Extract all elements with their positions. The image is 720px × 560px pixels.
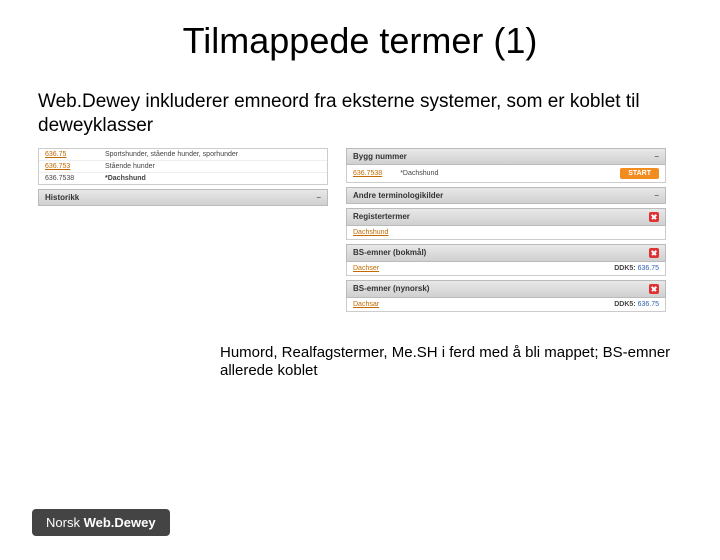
term-link[interactable]: Dachser xyxy=(353,265,379,272)
andre-terminologi-label: Andre terminologikilder xyxy=(353,191,443,200)
dewey-number: 636.7538 xyxy=(45,175,105,182)
dewey-number-link[interactable]: 636.75 xyxy=(45,151,105,158)
collapse-icon[interactable]: – xyxy=(655,191,659,200)
term-row: Dachser DDK5: 636.75 xyxy=(346,262,666,276)
section-label: Registertermer xyxy=(353,212,410,221)
norsk-webdewey-logo: Norsk Web.Dewey xyxy=(32,509,170,536)
slide-title: Tilmappede termer (1) xyxy=(0,20,720,62)
slide-subtitle: Web.Dewey inkluderer emneord fra ekstern… xyxy=(38,90,682,138)
historikk-header[interactable]: Historikk – xyxy=(38,189,328,206)
bs-emner-bokmal-header[interactable]: BS-emner (bokmål) xyxy=(346,244,666,262)
ddk-label: DDK5: xyxy=(614,301,635,308)
bs-emner-nynorsk-header[interactable]: BS-emner (nynorsk) xyxy=(346,280,666,298)
andre-terminologi-header[interactable]: Andre terminologikilder – xyxy=(346,187,666,204)
delete-icon[interactable] xyxy=(649,248,659,258)
hierarchy-row[interactable]: 636.753 Stående hunder xyxy=(39,161,327,173)
ddk-value: 636.75 xyxy=(638,265,659,272)
logo-text-b: Web.Dewey xyxy=(84,515,156,530)
registertermer-header[interactable]: Registertermer xyxy=(346,208,666,226)
bygg-nummer-row: 636.7538 *Dachshund START xyxy=(346,165,666,183)
dewey-caption: Sportshunder, stående hunder, sporhunder xyxy=(105,151,321,158)
dewey-number-link[interactable]: 636.7538 xyxy=(353,170,382,177)
start-button[interactable]: START xyxy=(620,168,659,179)
term-row: Dachsar DDK5: 636.75 xyxy=(346,298,666,312)
hierarchy-row[interactable]: 636.75 Sportshunder, stående hunder, spo… xyxy=(39,149,327,161)
collapse-icon[interactable]: – xyxy=(655,152,659,161)
section-label: BS-emner (bokmål) xyxy=(353,248,426,257)
logo-text-a: Norsk xyxy=(46,515,84,530)
dewey-caption: Stående hunder xyxy=(105,163,321,170)
delete-icon[interactable] xyxy=(649,284,659,294)
delete-icon[interactable] xyxy=(649,212,659,222)
right-panel: Bygg nummer – 636.7538 *Dachshund START … xyxy=(346,148,666,312)
section-label: BS-emner (nynorsk) xyxy=(353,284,429,293)
collapse-icon[interactable]: – xyxy=(317,193,321,202)
dewey-number-link[interactable]: 636.753 xyxy=(45,163,105,170)
left-panel: 636.75 Sportshunder, stående hunder, spo… xyxy=(38,148,328,312)
bygg-nummer-label: Bygg nummer xyxy=(353,152,407,161)
term-link[interactable]: Dachsar xyxy=(353,301,379,308)
ddk-label: DDK5: xyxy=(614,265,635,272)
dewey-caption: *Dachshund xyxy=(105,175,321,182)
hierarchy-row: 636.7538 *Dachshund xyxy=(39,173,327,184)
term-row: Dachshund xyxy=(346,226,666,240)
screenshot-panels: 636.75 Sportshunder, stående hunder, spo… xyxy=(38,148,682,312)
bygg-nummer-header[interactable]: Bygg nummer – xyxy=(346,148,666,165)
historikk-label: Historikk xyxy=(45,193,79,202)
dewey-caption: *Dachshund xyxy=(400,170,438,177)
hierarchy-rows: 636.75 Sportshunder, stående hunder, spo… xyxy=(38,148,328,185)
term-link[interactable]: Dachshund xyxy=(353,229,388,236)
ddk-value: 636.75 xyxy=(638,301,659,308)
footnote: Humord, Realfagstermer, Me.SH i ferd med… xyxy=(220,344,682,382)
